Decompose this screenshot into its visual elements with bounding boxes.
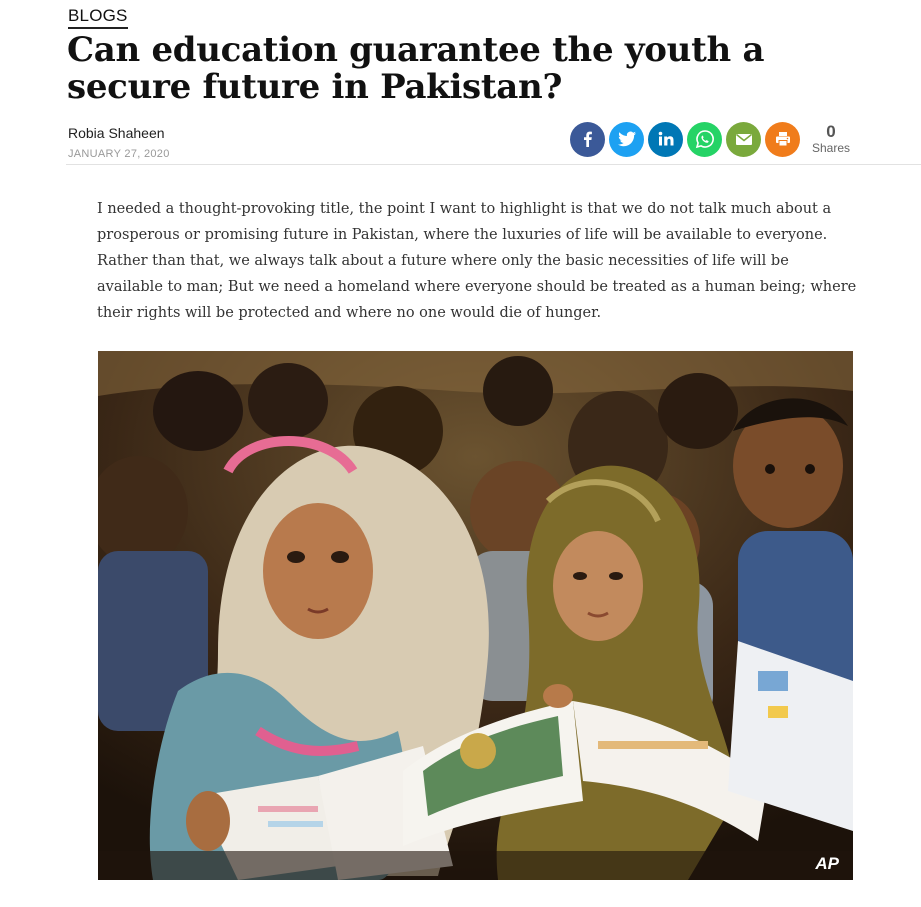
article-title: Can education guarantee the youth a secu… [67, 30, 765, 107]
share-label: Shares [811, 141, 851, 155]
linkedin-icon [658, 131, 673, 146]
share-counter: 0 Shares [810, 122, 852, 156]
article-intro-paragraph: I needed a thought-provoking title, the … [97, 201, 857, 321]
category-link[interactable]: BLOGS [68, 6, 128, 29]
photo-credit: AP [815, 854, 839, 873]
whatsapp-share-button[interactable] [687, 121, 722, 157]
children-reading-illustration [98, 351, 853, 880]
author-link[interactable]: Robia Shaheen [68, 125, 165, 141]
share-bar: 0 Shares [570, 121, 852, 157]
publish-date: JANUARY 27, 2020 [68, 148, 170, 160]
email-icon [735, 133, 752, 145]
share-count: 0 [826, 122, 836, 141]
twitter-icon [617, 131, 636, 147]
whatsapp-icon [695, 130, 714, 149]
header-divider [66, 164, 921, 165]
facebook-share-button[interactable] [570, 121, 605, 157]
twitter-share-button[interactable] [609, 121, 644, 157]
facebook-icon [583, 131, 592, 147]
article-photo: AP [98, 351, 853, 880]
print-share-button[interactable] [765, 121, 800, 157]
linkedin-share-button[interactable] [648, 121, 683, 157]
email-share-button[interactable] [726, 121, 761, 157]
print-icon [775, 132, 790, 147]
